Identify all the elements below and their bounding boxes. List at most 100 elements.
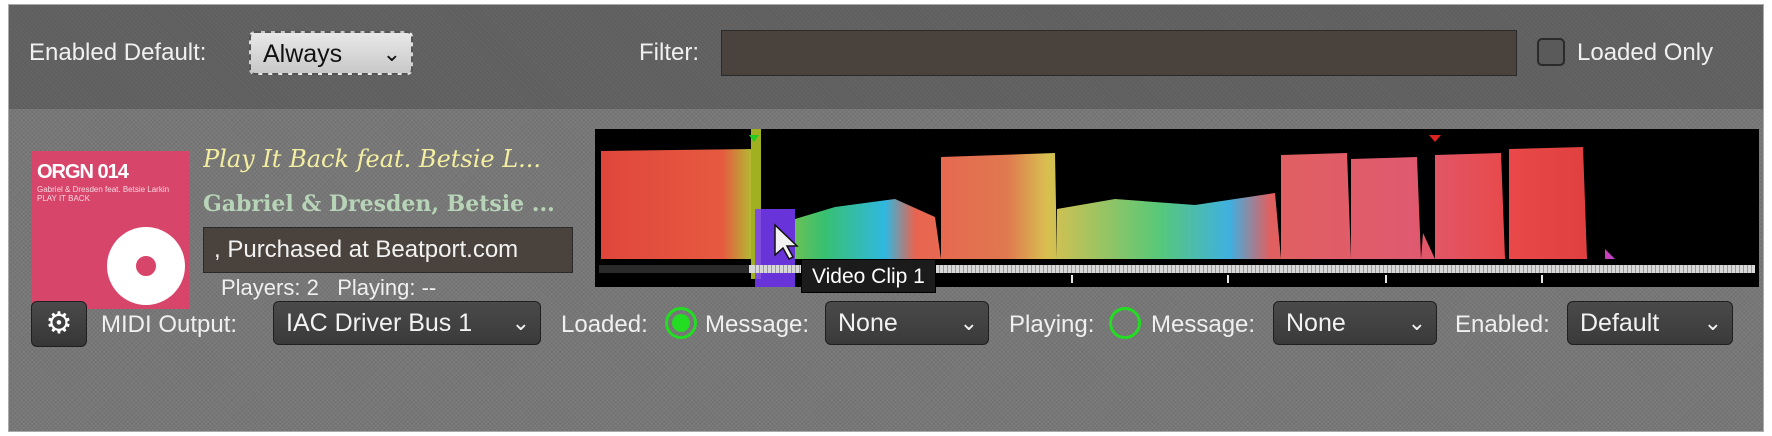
beat-tick bbox=[783, 265, 784, 273]
beat-tick bbox=[1727, 265, 1728, 273]
midi-output-select[interactable]: IAC Driver Bus 1 ⌄ bbox=[273, 301, 541, 345]
beat-tick bbox=[1747, 265, 1748, 273]
beat-tick bbox=[1151, 265, 1152, 273]
filter-bar: Enabled Default: Always ⌄ Filter: Loaded… bbox=[9, 5, 1763, 109]
beat-tick bbox=[1731, 265, 1732, 273]
chevron-down-icon: ⌄ bbox=[1703, 310, 1722, 335]
track-comment-field[interactable]: , Purchased at Beatport.com bbox=[203, 227, 573, 273]
beat-tick bbox=[771, 265, 772, 273]
beat-tick bbox=[1511, 265, 1512, 273]
beat-tick bbox=[1519, 265, 1520, 273]
beat-tick bbox=[1443, 265, 1444, 273]
beat-tick bbox=[787, 265, 788, 273]
loaded-message-select[interactable]: None ⌄ bbox=[825, 301, 989, 345]
waveform-tooltip: Video Clip 1 bbox=[801, 259, 936, 293]
beat-tick bbox=[1487, 265, 1488, 273]
playing-label: Playing: bbox=[337, 275, 416, 300]
beat-tick bbox=[763, 265, 764, 273]
beat-tick bbox=[1267, 265, 1268, 273]
beat-tick bbox=[1371, 265, 1372, 273]
beat-tick bbox=[1475, 265, 1476, 273]
beat-tick bbox=[795, 265, 796, 273]
beat-tick bbox=[1431, 265, 1432, 273]
enabled-select[interactable]: Default ⌄ bbox=[1567, 301, 1733, 345]
beat-tick bbox=[1619, 265, 1620, 273]
beat-tick bbox=[1187, 265, 1188, 273]
beat-tick bbox=[1439, 265, 1440, 273]
beat-tick bbox=[1387, 265, 1388, 273]
beat-tick bbox=[1323, 265, 1324, 273]
beat-tick bbox=[943, 265, 944, 273]
beat-tick bbox=[1383, 265, 1384, 273]
beat-tick bbox=[1343, 265, 1344, 273]
beat-tick bbox=[1675, 265, 1676, 273]
beat-tick bbox=[1615, 265, 1616, 273]
playing-label: Playing: bbox=[1009, 311, 1095, 338]
beat-tick bbox=[1399, 265, 1400, 273]
beat-tick bbox=[1739, 265, 1740, 273]
beat-tick bbox=[1243, 265, 1244, 273]
loaded-only-checkbox[interactable] bbox=[1537, 38, 1565, 66]
beat-tick bbox=[1647, 265, 1648, 273]
beat-tick bbox=[1147, 265, 1148, 273]
beat-tick bbox=[1291, 265, 1292, 273]
beat-tick bbox=[1435, 265, 1436, 273]
beat-tick bbox=[1127, 265, 1128, 273]
beat-tick bbox=[1455, 265, 1456, 273]
beat-tick bbox=[1667, 265, 1668, 273]
bar-tick bbox=[1385, 275, 1387, 283]
beat-tick bbox=[1595, 265, 1596, 273]
beat-tick bbox=[1543, 265, 1544, 273]
chevron-down-icon: ⌄ bbox=[1407, 310, 1426, 335]
beat-tick bbox=[1599, 265, 1600, 273]
beat-tick bbox=[1687, 265, 1688, 273]
enabled-default-select[interactable]: Always ⌄ bbox=[249, 31, 413, 75]
beat-tick bbox=[1175, 265, 1176, 273]
playing-message-select[interactable]: None ⌄ bbox=[1273, 301, 1437, 345]
beat-tick bbox=[971, 265, 972, 273]
beat-tick bbox=[1663, 265, 1664, 273]
beat-tick bbox=[1551, 265, 1552, 273]
beat-tick bbox=[1375, 265, 1376, 273]
beat-tick bbox=[1171, 265, 1172, 273]
beat-tick bbox=[1087, 265, 1088, 273]
beat-tick bbox=[1467, 265, 1468, 273]
track-title: Play It Back feat. Betsie L... bbox=[203, 145, 542, 173]
beat-tick bbox=[987, 265, 988, 273]
playback-position-bar bbox=[599, 265, 1755, 273]
beat-tick bbox=[959, 265, 960, 273]
playing-message-value: None bbox=[1286, 309, 1346, 337]
beat-tick bbox=[995, 265, 996, 273]
waveform-display[interactable] bbox=[595, 129, 1759, 287]
beat-tick bbox=[755, 265, 756, 273]
beat-tick bbox=[1351, 265, 1352, 273]
beat-tick bbox=[1571, 265, 1572, 273]
beat-tick bbox=[1563, 265, 1564, 273]
gear-button[interactable]: ⚙ bbox=[31, 301, 87, 347]
beat-tick bbox=[1155, 265, 1156, 273]
beat-tick bbox=[1719, 265, 1720, 273]
beat-tick bbox=[1183, 265, 1184, 273]
beat-tick bbox=[1203, 265, 1204, 273]
beat-tick bbox=[1015, 265, 1016, 273]
beat-tick bbox=[1303, 265, 1304, 273]
beat-tick bbox=[1711, 265, 1712, 273]
beat-tick bbox=[1275, 265, 1276, 273]
beat-tick bbox=[1607, 265, 1608, 273]
beat-tick bbox=[1239, 265, 1240, 273]
beat-tick bbox=[779, 265, 780, 273]
beat-tick bbox=[759, 265, 760, 273]
filter-input[interactable] bbox=[721, 30, 1517, 76]
beat-tick bbox=[1679, 265, 1680, 273]
beat-tick bbox=[1683, 265, 1684, 273]
beat-tick bbox=[1507, 265, 1508, 273]
beat-tick bbox=[1055, 265, 1056, 273]
track-row: ORGN 014 Gabriel & Dresden feat. Betsie … bbox=[9, 109, 1763, 433]
beat-tick bbox=[955, 265, 956, 273]
enabled-default-value: Always bbox=[263, 40, 343, 68]
beat-tick bbox=[1195, 265, 1196, 273]
chevron-down-icon: ⌄ bbox=[511, 310, 530, 335]
beat-tick bbox=[1027, 265, 1028, 273]
midi-output-value: IAC Driver Bus 1 bbox=[286, 309, 473, 337]
beat-tick bbox=[1039, 265, 1040, 273]
